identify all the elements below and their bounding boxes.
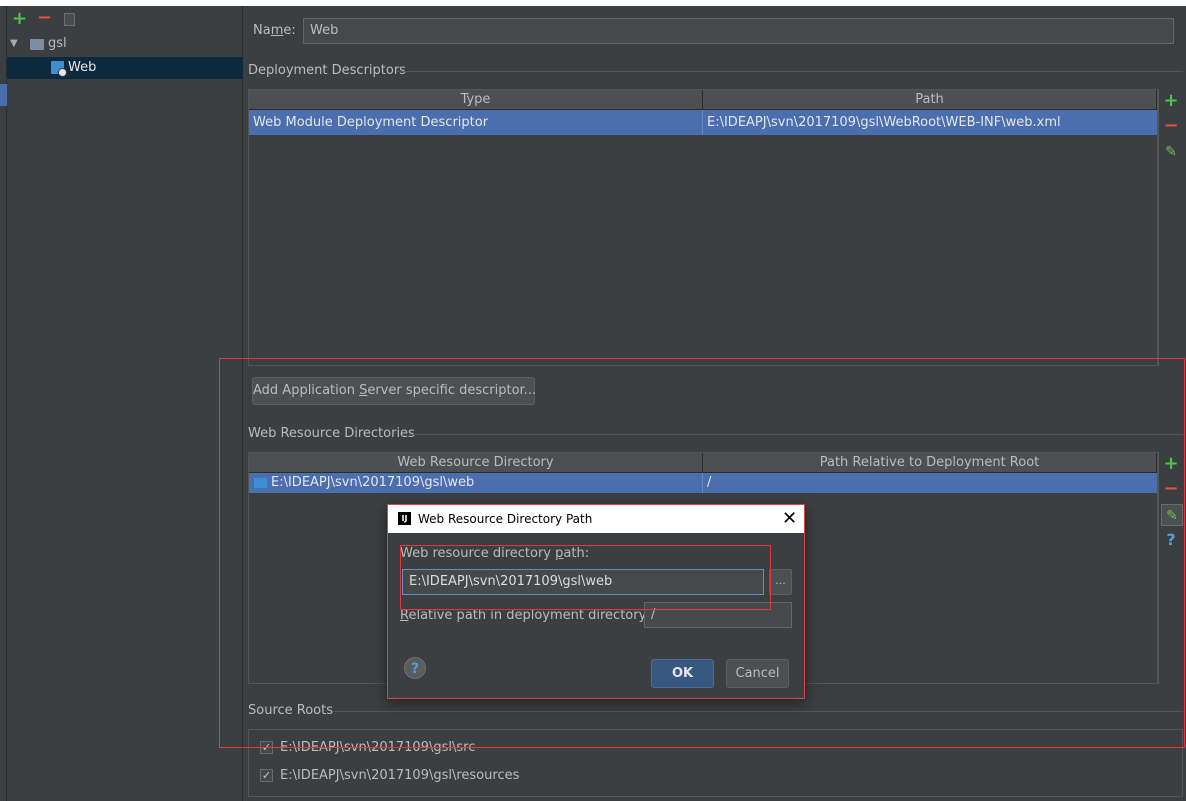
add-descriptor-plus-icon[interactable]: + <box>1162 92 1180 110</box>
annotation-highlight-box <box>400 545 771 610</box>
tree-item-gsl[interactable]: ▼ gsl <box>7 33 243 55</box>
section-divider <box>397 71 1183 72</box>
source-root-label: E:\IDEAPJ\svn\2017109\gsl\resources <box>280 768 520 783</box>
tree-item-label: Web <box>68 60 97 75</box>
deployment-descriptors-table[interactable]: Type Path Web Module Deployment Descript… <box>248 89 1158 366</box>
tree-item-label: gsl <box>48 36 67 51</box>
module-folder-icon <box>30 39 44 50</box>
name-label: Name: <box>253 23 296 38</box>
descriptor-side-toolbar: + − ✎ <box>1158 89 1184 366</box>
remove-icon[interactable]: − <box>37 9 52 27</box>
help-icon[interactable]: ? <box>404 657 426 679</box>
column-header-path[interactable]: Path <box>703 90 1157 110</box>
name-input[interactable]: Web <box>303 18 1174 44</box>
cancel-button[interactable]: Cancel <box>726 659 789 688</box>
dialog-title: Web Resource Directory Path <box>418 512 593 526</box>
web-resource-path-dialog: IJ Web Resource Directory Path ✕ Web res… <box>387 504 805 699</box>
table-cell-path[interactable]: E:\IDEAPJ\svn\2017109\gsl\WebRoot\WEB-IN… <box>703 110 1157 135</box>
intellij-logo-icon: IJ <box>398 512 411 525</box>
copy-icon[interactable] <box>64 10 81 26</box>
expand-triangle-icon[interactable]: ▼ <box>10 33 18 55</box>
web-facet-icon <box>51 61 67 77</box>
add-icon[interactable]: + <box>12 10 27 28</box>
ok-button[interactable]: OK <box>651 659 714 688</box>
edit-descriptor-pencil-icon[interactable]: ✎ <box>1162 143 1180 161</box>
relative-path-label: Relative path in deployment directory: <box>400 608 650 623</box>
browse-button[interactable]: ... <box>769 569 792 595</box>
table-cell-type[interactable]: Web Module Deployment Descriptor <box>249 110 703 135</box>
tree-item-web[interactable]: Web <box>7 57 243 79</box>
facet-tree-panel: + − ▼ gsl Web <box>7 6 243 801</box>
source-root-checkbox[interactable]: ✓ <box>260 769 273 782</box>
left-strip-active-marker[interactable] <box>0 84 7 106</box>
deployment-descriptors-title: Deployment Descriptors <box>248 63 406 78</box>
close-icon[interactable]: ✕ <box>782 505 797 533</box>
dialog-title-bar[interactable]: IJ Web Resource Directory Path ✕ <box>388 505 804 533</box>
column-header-type[interactable]: Type <box>249 90 703 110</box>
left-tool-strip <box>0 6 7 801</box>
remove-descriptor-minus-icon[interactable]: − <box>1162 117 1180 135</box>
